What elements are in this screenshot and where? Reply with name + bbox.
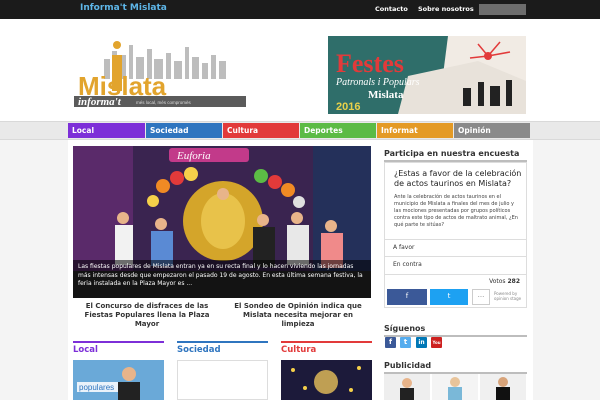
- category-nav: Local Sociedad Cultura Deportes Informat…: [0, 121, 600, 140]
- twitter-icon[interactable]: t: [400, 337, 411, 348]
- cultura-thumbnail[interactable]: [281, 360, 372, 400]
- poll-heading: Participa en nuestra encuesta: [384, 149, 527, 162]
- poll-votes: Votos 282: [385, 274, 526, 287]
- site-header: Mislata informa't més local, més comprom…: [0, 19, 600, 121]
- site-logo[interactable]: Mislata informa't més local, més comprom…: [74, 37, 246, 107]
- linkedin-icon[interactable]: in: [416, 337, 427, 348]
- poll-votes-count: 282: [507, 278, 520, 285]
- nav-informat[interactable]: Informat: [377, 123, 453, 138]
- facebook-icon[interactable]: f: [385, 337, 396, 348]
- section-local[interactable]: Local: [73, 341, 164, 355]
- facebook-icon: f: [405, 292, 409, 300]
- ads-title: Publicidad: [384, 361, 432, 370]
- follow-title: Síguenos: [384, 324, 426, 333]
- banner-subtitle: Patronals i Populars: [335, 77, 420, 88]
- banner-year: 2016: [336, 101, 360, 113]
- section-local-line: [73, 341, 164, 343]
- headline-disfraces[interactable]: El Concurso de disfraces de las Fiestas …: [76, 302, 218, 329]
- section-sociedad-line: [177, 341, 268, 343]
- contact-link[interactable]: Contacto: [375, 5, 408, 13]
- section-local-title: Local: [73, 345, 98, 355]
- poll-widget: ¿Estas a favor de la celebración de acto…: [384, 162, 527, 308]
- headline-sondeo[interactable]: El Sondeo de Opinión indica que Mislata …: [227, 302, 369, 329]
- share-twitter-button[interactable]: t: [430, 289, 468, 305]
- section-cultura-title: Cultura: [281, 345, 317, 355]
- site-brand[interactable]: Informa't Mislata: [80, 3, 167, 13]
- ad-image-2[interactable]: [432, 374, 478, 400]
- youtube-icon[interactable]: You: [431, 337, 442, 348]
- search-input[interactable]: [479, 4, 526, 15]
- poll-question: ¿Estas a favor de la celebración de acto…: [394, 169, 522, 188]
- local-thumbnail[interactable]: populares: [73, 360, 164, 400]
- twitter-icon: t: [447, 292, 451, 300]
- top-bar: Informa't Mislata Contacto Sobre nosotro…: [0, 0, 600, 19]
- festes-banner[interactable]: Festes Patronals i Populars Mislata 2016: [328, 36, 526, 114]
- ads-heading: Publicidad: [384, 361, 527, 374]
- sociedad-thumbnail[interactable]: [177, 360, 268, 400]
- nav-sociedad[interactable]: Sociedad: [146, 123, 222, 138]
- poll-option-a-favor[interactable]: A favor: [385, 239, 526, 254]
- section-cultura-line: [281, 341, 372, 343]
- ad-image-1[interactable]: [384, 374, 430, 400]
- follow-heading: Síguenos: [384, 324, 527, 337]
- nav-opinion[interactable]: Opinión: [454, 123, 530, 138]
- nav-local[interactable]: Local: [68, 123, 145, 138]
- banner-title: Festes: [336, 49, 404, 78]
- ad-image-3[interactable]: [480, 374, 526, 400]
- logo-tagline: més local, més compromès: [136, 100, 192, 105]
- hero-caption: Las fiestas populares de Mislata entran …: [73, 260, 371, 298]
- share-facebook-button[interactable]: f: [387, 289, 427, 305]
- logo-sub: informa't: [78, 96, 122, 107]
- share-more-button[interactable]: ···: [472, 289, 490, 305]
- hero-sign: Euforia: [176, 150, 211, 162]
- poll-title: Participa en nuestra encuesta: [384, 149, 520, 158]
- nav-cultura[interactable]: Cultura: [223, 123, 299, 138]
- banner-town: Mislata: [368, 89, 404, 101]
- poll-description: Ante la celebración de actos taurinos en…: [394, 194, 518, 228]
- hero-slide[interactable]: Euforia Las fiestas populares de Mislata…: [73, 146, 371, 298]
- nav-deportes[interactable]: Deportes: [300, 123, 376, 138]
- thumb-text: populares: [79, 383, 114, 392]
- poll-votes-label: Votos: [489, 278, 506, 285]
- about-link[interactable]: Sobre nosotros: [418, 5, 474, 13]
- section-sociedad-title: Sociedad: [177, 345, 221, 355]
- poll-option-en-contra[interactable]: En contra: [385, 256, 526, 271]
- section-cultura[interactable]: Cultura: [281, 341, 372, 355]
- poll-powered-by[interactable]: Powered by opinion stage: [494, 291, 526, 301]
- section-sociedad[interactable]: Sociedad: [177, 341, 268, 355]
